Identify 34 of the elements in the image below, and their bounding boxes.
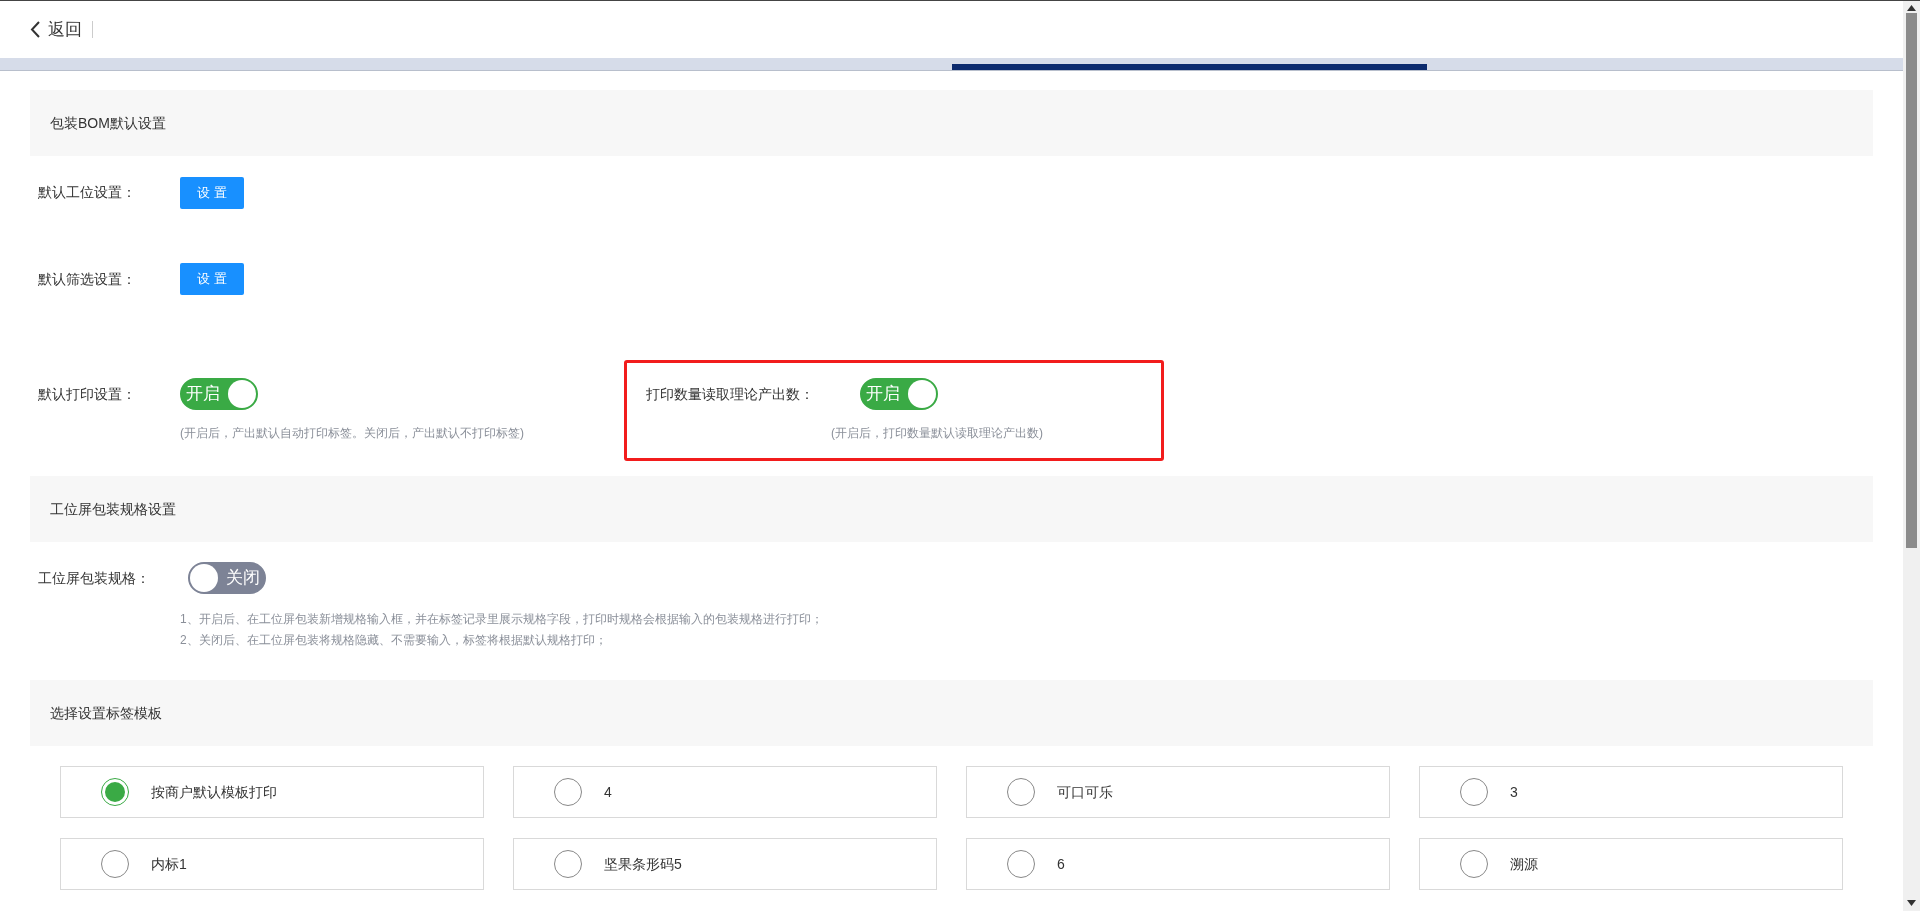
field-label: 默认打印设置： (37, 384, 137, 404)
hint-text: (开启后，打印数量默认读取理论产出数) (831, 425, 1044, 442)
radio-option[interactable]: 溯源 (1419, 838, 1843, 890)
field-label: 工位屏包装规格： (37, 568, 151, 588)
back-button[interactable]: 返回 (30, 21, 93, 38)
option-label: 按商户默认模板打印 (151, 782, 277, 802)
toggle-switch[interactable]: 关闭 (188, 562, 266, 594)
hint-text: (开启后，产出默认自动打印标签。关闭后，产出默认不打印标签) (180, 425, 524, 442)
radio-option[interactable]: 按商户默认模板打印 (60, 766, 484, 818)
radio-option[interactable]: 4 (513, 766, 937, 818)
option-label: 坚果条形码5 (604, 854, 682, 874)
scroll-down-icon[interactable] (1907, 900, 1916, 906)
scrollbar-thumb[interactable] (1906, 13, 1917, 548)
hint-text: 1、开启后、在工位屏包装新增规格输入框，并在标签记录里展示规格字段，打印时规格会根据输入的包装规格进行打印； (180, 611, 824, 628)
option-label: 6 (1057, 854, 1065, 874)
section-header: 选择设置标签模板 (30, 680, 1873, 746)
option-label: 4 (604, 782, 612, 802)
scroll-up-icon[interactable] (1907, 5, 1916, 11)
radio-option[interactable]: 可口可乐 (966, 766, 1390, 818)
hint-text: 2、关闭后、在工位屏包装将规格隐藏、不需要输入，标签将根据默认规格打印； (180, 632, 608, 649)
option-label: 溯源 (1510, 854, 1538, 874)
section-header: 工位屏包装规格设置 (30, 476, 1873, 542)
field-label: 默认筛选设置： (37, 269, 137, 289)
section-header: 包装BOM默认设置 (30, 90, 1873, 156)
radio-option[interactable]: 6 (966, 838, 1390, 890)
radio-option[interactable]: 坚果条形码5 (513, 838, 937, 890)
radio-option[interactable]: 内标1 (60, 838, 484, 890)
field-label: 默认工位设置： (37, 183, 137, 202)
radio-option[interactable]: 3 (1419, 766, 1843, 818)
option-label: 3 (1510, 782, 1518, 802)
option-label: 内标1 (151, 854, 187, 874)
chevron-left-icon (30, 21, 40, 38)
option-label: 可口可乐 (1057, 782, 1113, 802)
field-label: 打印数量读取理论产出数： (645, 384, 815, 404)
